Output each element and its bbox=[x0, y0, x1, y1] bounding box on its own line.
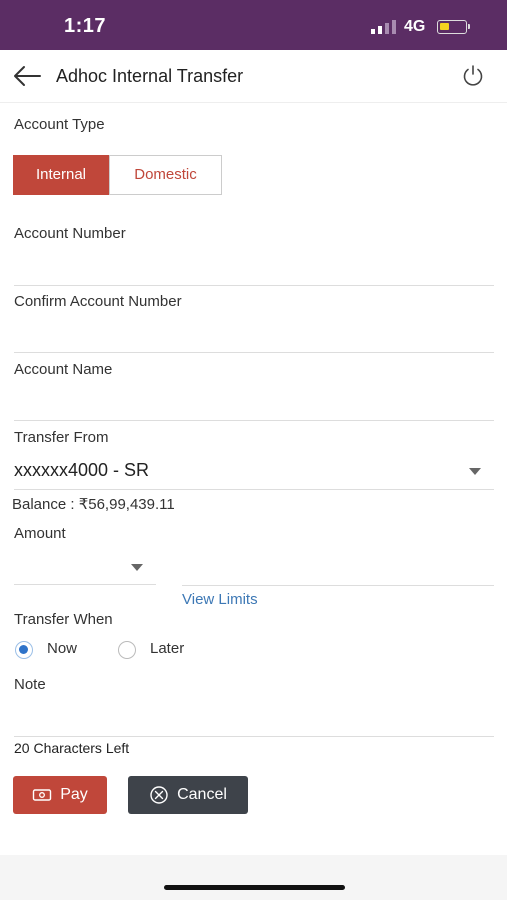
note-field[interactable] bbox=[14, 736, 494, 737]
radio-later-label[interactable]: Later bbox=[150, 640, 184, 657]
account-name-label: Account Name bbox=[14, 361, 113, 378]
cancel-button-label: Cancel bbox=[177, 786, 227, 803]
account-type-internal[interactable]: Internal bbox=[13, 155, 109, 195]
radio-now-label[interactable]: Now bbox=[47, 640, 77, 657]
account-number-label: Account Number bbox=[14, 225, 126, 242]
signal-icon bbox=[371, 20, 396, 34]
confirm-account-number-label: Confirm Account Number bbox=[14, 293, 182, 310]
account-name-field[interactable] bbox=[14, 420, 494, 421]
cash-icon bbox=[33, 789, 52, 801]
currency-dropdown-icon[interactable] bbox=[131, 564, 143, 571]
pay-button[interactable]: Pay bbox=[13, 776, 107, 814]
network-type: 4G bbox=[404, 18, 426, 35]
transfer-from-label: Transfer From bbox=[14, 429, 109, 446]
currency-select[interactable] bbox=[14, 584, 156, 585]
account-type-label: Account Type bbox=[14, 116, 105, 133]
amount-label: Amount bbox=[14, 525, 66, 542]
account-type-domestic[interactable]: Domestic bbox=[109, 155, 222, 195]
battery-icon bbox=[437, 20, 470, 34]
view-limits-link[interactable]: View Limits bbox=[182, 591, 258, 608]
pay-button-label: Pay bbox=[60, 786, 88, 803]
chevron-down-icon[interactable] bbox=[469, 468, 481, 475]
chars-left-text: 20 Characters Left bbox=[14, 740, 130, 756]
account-number-field[interactable] bbox=[14, 285, 494, 286]
status-bar: 1:17 4G bbox=[0, 0, 507, 50]
confirm-account-number-field[interactable] bbox=[14, 352, 494, 353]
balance-text: Balance : ₹56,99,439.11 bbox=[12, 496, 175, 513]
status-time: 1:17 bbox=[64, 15, 107, 37]
home-indicator[interactable] bbox=[164, 885, 345, 890]
transfer-when-label: Transfer When bbox=[14, 611, 113, 628]
power-icon[interactable] bbox=[461, 64, 485, 88]
amount-input[interactable] bbox=[182, 585, 494, 586]
page-title: Adhoc Internal Transfer bbox=[56, 66, 244, 86]
cancel-button[interactable]: Cancel bbox=[128, 776, 248, 814]
transfer-from-underline bbox=[14, 489, 494, 490]
note-label: Note bbox=[14, 676, 46, 693]
app-header: Adhoc Internal Transfer bbox=[0, 50, 507, 103]
radio-now[interactable] bbox=[15, 641, 33, 659]
back-arrow-icon[interactable] bbox=[12, 64, 42, 88]
bottom-area bbox=[0, 855, 507, 900]
transfer-from-select[interactable]: xxxxxx4000 - SR bbox=[14, 460, 149, 481]
radio-later[interactable] bbox=[118, 641, 136, 659]
close-circle-icon bbox=[150, 786, 168, 804]
